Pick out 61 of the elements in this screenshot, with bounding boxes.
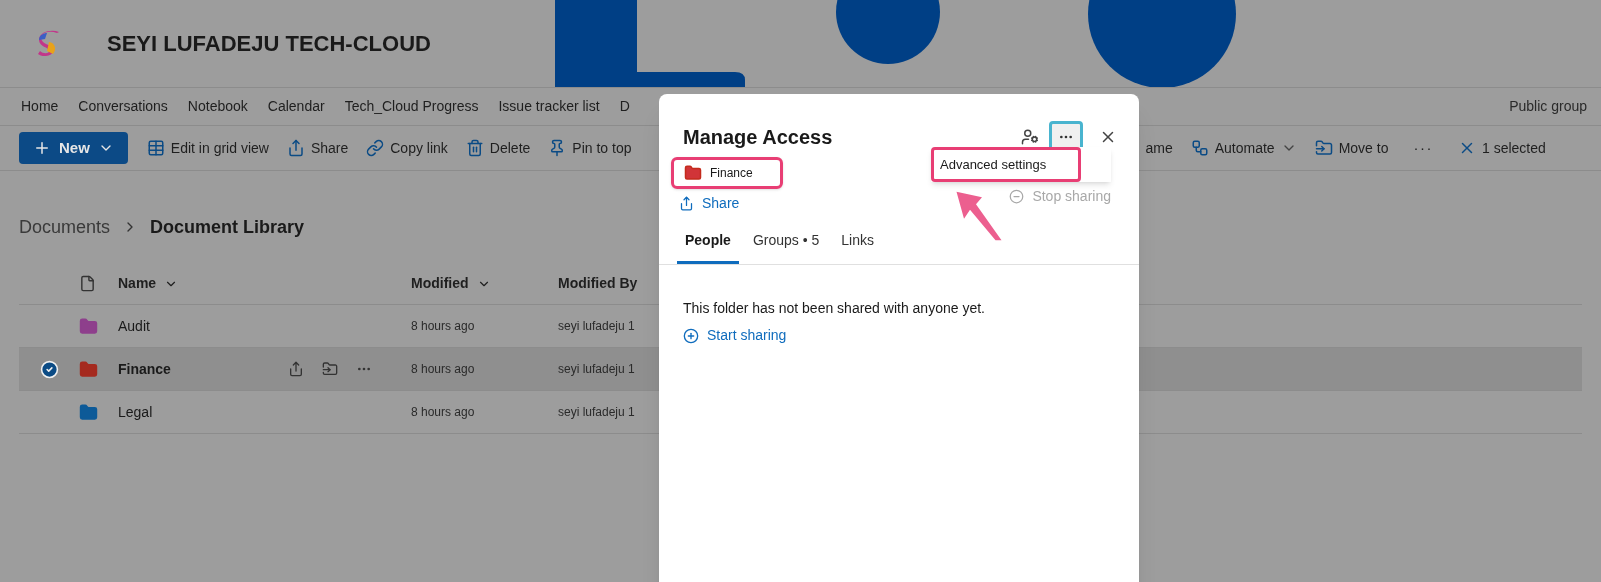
folder-icon [684,164,702,182]
trash-icon [465,139,484,157]
flow-icon [1190,139,1209,157]
nav-link[interactable]: Conversations [68,96,178,117]
minus-circle-icon [1009,189,1025,204]
nav-link[interactable]: Notebook [177,96,258,117]
link-icon [366,139,385,157]
breadcrumb-current: Document Library [150,215,305,239]
share-icon[interactable] [288,361,304,377]
nav-link[interactable]: Tech_Cloud Progress [334,96,489,117]
person-settings-icon[interactable] [1021,128,1039,146]
file-name[interactable]: Legal [118,401,288,423]
column-header[interactable]: Modified [411,273,558,294]
toolbar-button[interactable]: 1 selected [1448,137,1555,159]
nav-link[interactable]: Calendar [257,96,335,117]
toolbar-button[interactable]: Delete [456,137,540,159]
toolbar-button[interactable]: Share [277,137,358,159]
dialog-tab[interactable]: Groups • 5 [744,230,828,264]
grid-icon [146,139,165,157]
file-name[interactable]: Audit [118,315,288,337]
dialog-title: Manage Access [683,125,833,150]
toolbar-button[interactable]: Automate [1181,137,1306,159]
file-type-icon [79,275,96,292]
modified-cell-text: 8 hours ago [411,361,476,378]
annotation-arrow [955,190,1003,242]
folder-arrow-icon [1314,139,1333,157]
toolbar-button[interactable]: Move to [1305,137,1398,159]
site-title: SEYI LUFADEJU TECH-CLOUD [107,30,431,58]
toolbar-button[interactable]: Pin to top [539,137,641,159]
column-header[interactable]: Name [118,273,411,294]
modified-cell-text: 8 hours ago [411,404,476,421]
share-icon [679,196,694,211]
modified-by-cell-text: seyi lufadeju 1 [558,361,635,378]
check-icon[interactable] [39,359,59,379]
item-name: Finance [710,165,753,182]
new-button[interactable]: New [19,132,128,164]
breadcrumb-link[interactable]: Documents [19,213,111,241]
dialog-tab[interactable]: People [677,230,739,264]
toolbar-button[interactable]: Edit in grid view [137,137,278,159]
plus-icon [33,139,51,157]
nav-link[interactable]: Issue tracker list [488,96,610,117]
file-name[interactable]: Finance [118,358,288,380]
nav-link[interactable]: D [609,96,640,117]
menu-item[interactable]: Advanced settings [931,147,1081,182]
folder-link-icon[interactable] [322,361,338,377]
modified-by-cell-text: seyi lufadeju 1 [558,318,635,335]
nav-link[interactable]: Home [11,96,69,117]
column-header[interactable]: Modified By [558,273,638,294]
modified-by-cell-text: seyi lufadeju 1 [558,404,635,421]
share-icon [286,139,305,157]
more-button[interactable]: ··· [1397,136,1449,160]
plus-circle-icon [683,327,699,344]
share-link[interactable]: Share [679,193,783,214]
logo-icon [35,28,61,59]
toolbar-button[interactable]: Copy link [357,137,457,159]
group-visibility: Public group [1509,97,1588,116]
start-sharing-link[interactable]: Start sharing [683,325,787,346]
empty-message: This folder has not been shared with anyone yet. [682,299,986,318]
modified-cell-text: 8 hours ago [411,318,476,335]
dialog-tab[interactable]: Links [833,230,882,264]
toolbar-button[interactable]: ame [1136,137,1182,159]
